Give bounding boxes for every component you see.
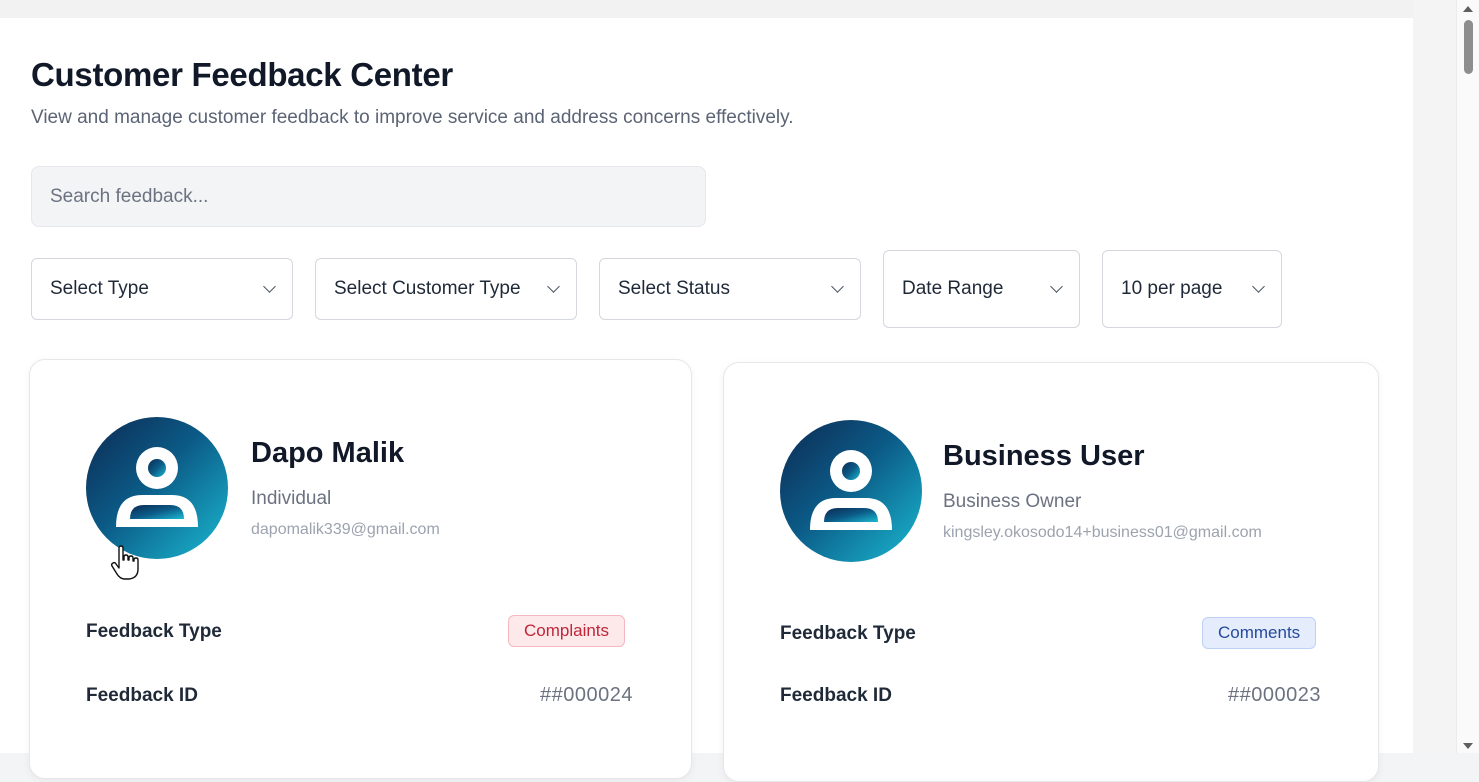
- feedback-type-badge: Comments: [1202, 617, 1317, 649]
- per-page-dropdown[interactable]: 10 per page: [1102, 250, 1282, 328]
- date-range-label: Date Range: [902, 278, 1004, 299]
- select-type-dropdown[interactable]: Select Type: [31, 258, 293, 320]
- select-customer-type-dropdown[interactable]: Select Customer Type: [315, 258, 577, 320]
- chevron-down-icon: [1252, 280, 1265, 293]
- select-status-label: Select Status: [618, 278, 730, 299]
- feedback-type-badge: Complaints: [508, 615, 626, 647]
- hand-pointer-icon: [110, 545, 139, 580]
- scroll-thumb[interactable]: [1464, 20, 1473, 74]
- feedback-id-label: Feedback ID: [780, 685, 892, 706]
- customer-type: Individual: [251, 488, 332, 509]
- chevron-down-icon: [263, 280, 276, 293]
- customer-email: kingsley.okosodo14+business01@gmail.com: [943, 524, 1262, 541]
- date-range-dropdown[interactable]: Date Range: [883, 250, 1080, 328]
- customer-name: Dapo Malik: [251, 437, 405, 469]
- feedback-id-value: ##000023: [1228, 684, 1321, 706]
- user-avatar-icon: [780, 420, 922, 562]
- search-input[interactable]: [50, 185, 687, 208]
- vertical-scrollbar[interactable]: [1456, 0, 1479, 753]
- top-strip: [0, 0, 1456, 18]
- feedback-type-label: Feedback Type: [86, 621, 222, 642]
- page-title: Customer Feedback Center: [31, 56, 453, 93]
- right-gutter: [1413, 0, 1456, 753]
- user-avatar-icon: [86, 417, 228, 559]
- feedback-card[interactable]: Business User Business Owner kingsley.ok…: [723, 362, 1379, 782]
- select-type-label: Select Type: [50, 278, 149, 299]
- page-subtitle: View and manage customer feedback to imp…: [31, 107, 794, 128]
- select-status-dropdown[interactable]: Select Status: [599, 258, 861, 320]
- scroll-down-arrow-icon[interactable]: [1463, 743, 1473, 749]
- feedback-id-value: ##000024: [540, 684, 633, 706]
- feedback-id-label: Feedback ID: [86, 685, 198, 706]
- chevron-down-icon: [1050, 280, 1063, 293]
- customer-email: dapomalik339@gmail.com: [251, 521, 440, 538]
- chevron-down-icon: [831, 280, 844, 293]
- select-customer-type-label: Select Customer Type: [334, 278, 521, 299]
- chevron-down-icon: [547, 280, 560, 293]
- per-page-label: 10 per page: [1121, 278, 1223, 299]
- customer-type: Business Owner: [943, 491, 1082, 512]
- scroll-up-arrow-icon[interactable]: [1463, 6, 1473, 12]
- feedback-type-label: Feedback Type: [780, 623, 916, 644]
- search-box[interactable]: [31, 166, 706, 227]
- customer-name: Business User: [943, 440, 1145, 472]
